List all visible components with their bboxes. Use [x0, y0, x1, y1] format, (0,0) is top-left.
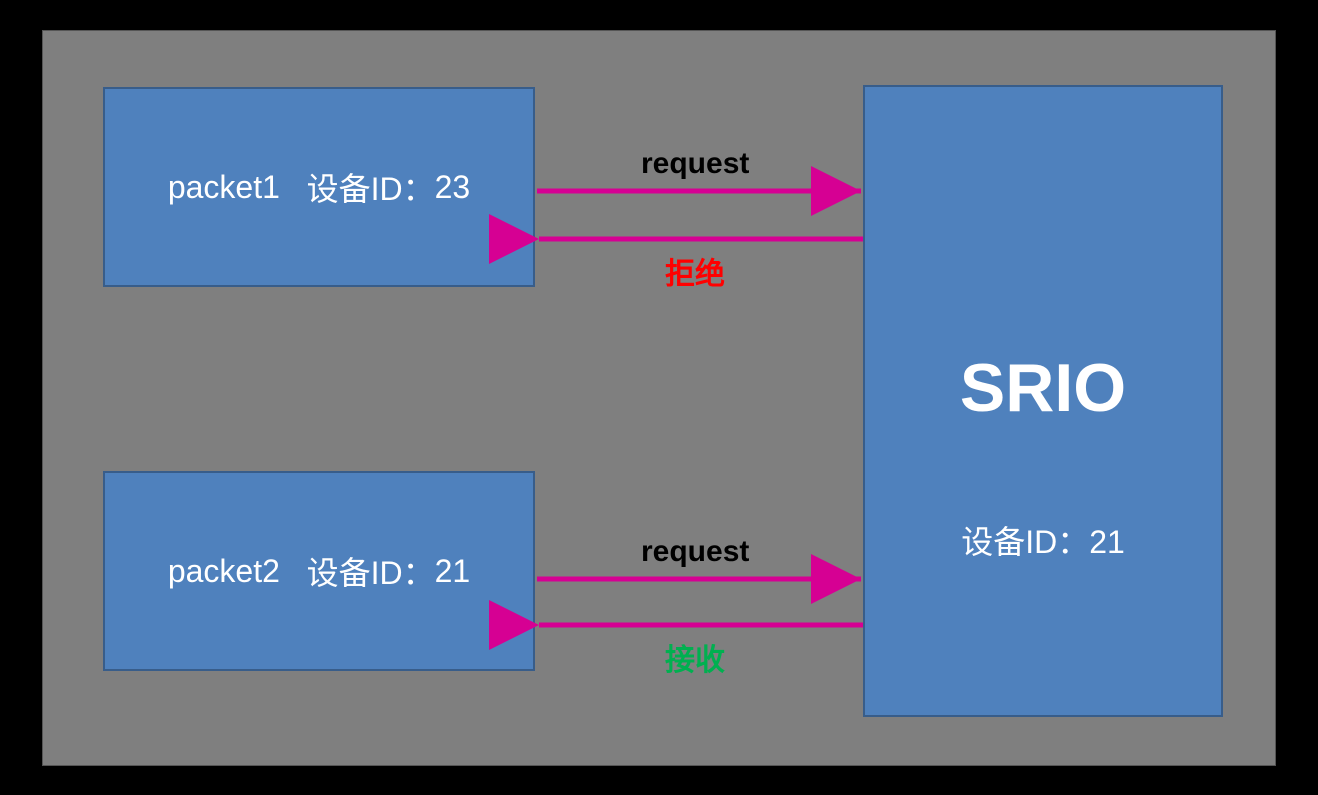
srio-device: 设备ID：21 [961, 517, 1125, 563]
packet2-device-label: 设备ID： [307, 548, 435, 594]
packet1-name: packet1 [168, 169, 280, 206]
srio-box: SRIO 设备ID：21 [863, 85, 1223, 717]
srio-device-id: 21 [1089, 524, 1125, 560]
diagram-canvas: packet1 设备ID：23 packet2 设备ID：21 SRIO 设备I… [42, 30, 1276, 766]
srio-title: SRIO [960, 349, 1126, 427]
packet1-box: packet1 设备ID：23 [103, 87, 535, 287]
packet2-box: packet2 设备ID：21 [103, 471, 535, 671]
packet2-name: packet2 [168, 553, 280, 590]
label-request-1: request [641, 147, 749, 181]
packet1-device-id: 23 [435, 169, 471, 206]
label-request-2: request [641, 535, 749, 569]
label-accept: 接收 [665, 635, 725, 679]
packet2-device-id: 21 [435, 553, 471, 590]
label-reject: 拒绝 [665, 249, 725, 293]
packet1-device-label: 设备ID： [307, 164, 435, 210]
srio-device-label: 设备ID： [961, 524, 1089, 560]
